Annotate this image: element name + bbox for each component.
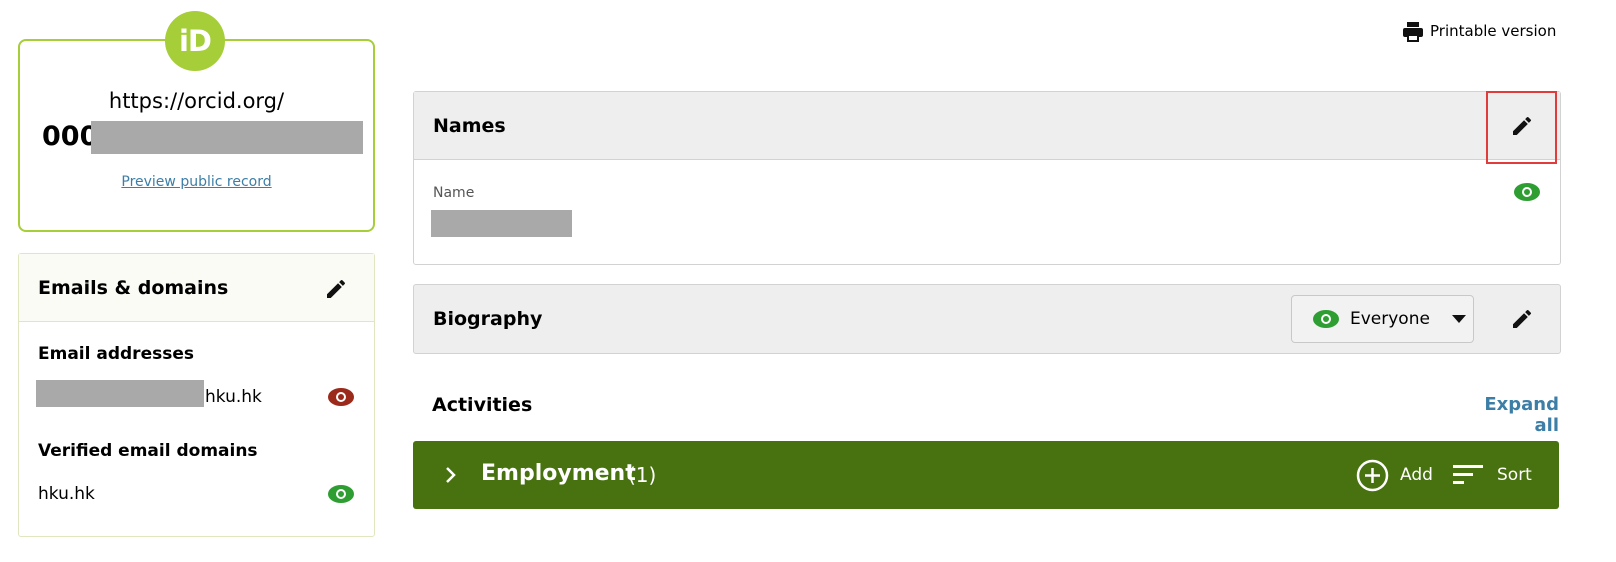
printable-version-link[interactable]: Printable version bbox=[1400, 20, 1560, 44]
activities-title: Activities bbox=[432, 394, 533, 416]
sort-employment-button[interactable]: Sort bbox=[1453, 458, 1553, 494]
orcid-id-number: 000 bbox=[42, 121, 99, 152]
verified-domains-heading: Verified email domains bbox=[38, 441, 258, 461]
preview-public-record-link[interactable]: Preview public record bbox=[20, 174, 373, 190]
verified-domain: hku.hk bbox=[38, 484, 95, 504]
plus-circle-icon bbox=[1356, 459, 1389, 492]
emails-header: Emails & domains bbox=[19, 254, 374, 322]
names-section: Names Name bbox=[413, 91, 1561, 265]
redacted-email bbox=[36, 380, 204, 407]
sort-label: Sort bbox=[1497, 465, 1532, 485]
names-title: Names bbox=[433, 115, 506, 137]
name-label: Name bbox=[433, 185, 475, 201]
emails-domains-panel: Emails & domains Email addresses hku.hk … bbox=[18, 253, 375, 537]
eye-icon[interactable] bbox=[327, 484, 355, 504]
expand-all-link[interactable]: Expand all bbox=[1463, 394, 1559, 436]
chevron-right-icon[interactable] bbox=[445, 466, 457, 484]
email-domain-suffix: hku.hk bbox=[205, 387, 262, 407]
names-header: Names bbox=[414, 92, 1560, 160]
biography-title: Biography bbox=[433, 308, 543, 330]
eye-icon bbox=[1313, 310, 1339, 328]
add-label: Add bbox=[1400, 465, 1433, 485]
add-employment-button[interactable]: Add bbox=[1356, 458, 1436, 494]
printable-version-label: Printable version bbox=[1430, 22, 1557, 40]
pencil-icon[interactable] bbox=[1510, 307, 1534, 331]
visibility-select[interactable]: Everyone bbox=[1291, 295, 1474, 343]
orcid-url: https://orcid.org/ bbox=[108, 89, 285, 113]
employment-title: Employment bbox=[481, 461, 636, 486]
highlight-box bbox=[1486, 91, 1557, 164]
emails-title: Emails & domains bbox=[38, 277, 229, 299]
sort-icon bbox=[1453, 465, 1483, 484]
eye-icon[interactable] bbox=[1513, 182, 1541, 202]
redacted-name bbox=[431, 210, 572, 237]
visibility-value: Everyone bbox=[1350, 309, 1430, 329]
redacted-orcid-id bbox=[91, 121, 363, 154]
printer-icon bbox=[1403, 22, 1423, 42]
pencil-icon[interactable] bbox=[324, 277, 348, 301]
email-addresses-heading: Email addresses bbox=[38, 344, 194, 364]
orcid-logo: iD bbox=[165, 11, 225, 71]
eye-icon[interactable] bbox=[327, 387, 355, 407]
employment-count: (1) bbox=[628, 463, 657, 487]
employment-section-header[interactable]: Employment (1) Add Sort bbox=[413, 441, 1559, 509]
caret-down-icon bbox=[1451, 315, 1466, 323]
